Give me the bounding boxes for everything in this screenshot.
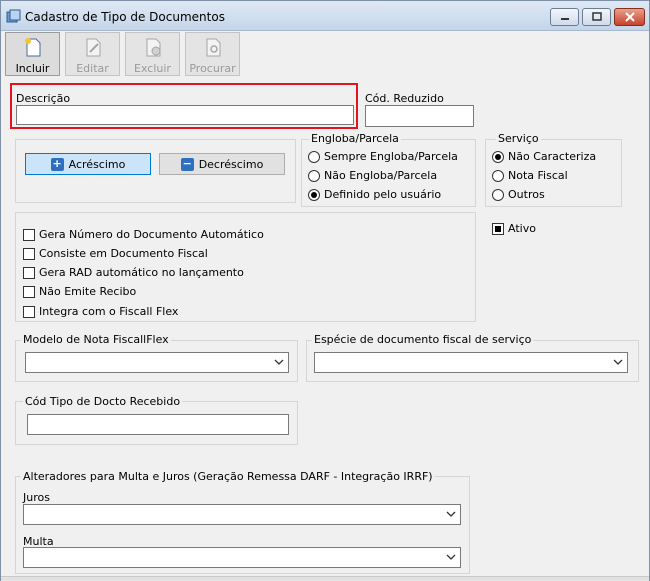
- procurar-label: Procurar: [189, 62, 236, 75]
- delete-document-icon: [146, 38, 160, 57]
- descricao-input[interactable]: [16, 105, 354, 125]
- servico-option-outros[interactable]: Outros: [492, 188, 545, 201]
- incluir-label: Incluir: [15, 62, 50, 75]
- incluir-button[interactable]: Incluir: [5, 32, 60, 76]
- especie-legend: Espécie de documento fiscal de serviço: [312, 333, 534, 346]
- servico-option-nota-fiscal[interactable]: Nota Fiscal: [492, 169, 568, 182]
- decrescimo-label: Decréscimo: [198, 157, 264, 171]
- excluir-label: Excluir: [134, 62, 171, 75]
- plus-icon: +: [50, 156, 64, 171]
- ativo-checkbox[interactable]: Ativo: [492, 222, 536, 235]
- decrescimo-button[interactable]: − Decréscimo: [159, 153, 285, 175]
- check-consiste-fiscal[interactable]: Consiste em Documento Fiscal: [23, 247, 208, 260]
- check-nao-emite-recibo[interactable]: Não Emite Recibo: [23, 285, 136, 298]
- engloba-legend: Engloba/Parcela: [309, 132, 401, 145]
- main-window: Cadastro de Tipo de Documentos Incluir E…: [0, 0, 650, 581]
- descricao-label: Descrição: [16, 92, 71, 105]
- alteradores-legend: Alteradores para Multa e Juros (Geração …: [21, 470, 435, 483]
- cod-tipo-input[interactable]: [27, 414, 289, 435]
- juros-label: Juros: [23, 491, 50, 504]
- status-bar: [1, 576, 649, 581]
- procurar-button[interactable]: Procurar: [185, 32, 240, 76]
- maximize-icon: [591, 12, 602, 21]
- acrescimo-label: Acréscimo: [68, 157, 126, 171]
- minus-icon: −: [180, 156, 194, 171]
- cod-reduzido-input[interactable]: [365, 105, 474, 127]
- chevron-down-icon: [613, 359, 623, 365]
- check-gera-rad[interactable]: Gera RAD automático no lançamento: [23, 266, 244, 279]
- close-button[interactable]: [614, 8, 645, 26]
- excluir-button[interactable]: Excluir: [125, 32, 180, 76]
- window-title: Cadastro de Tipo de Documentos: [25, 10, 225, 24]
- cod-tipo-legend: Cód Tipo de Docto Recebido: [23, 395, 183, 408]
- acrescimo-button[interactable]: + Acréscimo: [25, 153, 151, 175]
- minimize-button[interactable]: [550, 8, 579, 26]
- editar-button[interactable]: Editar: [65, 32, 120, 76]
- engloba-option-nao[interactable]: Não Engloba/Parcela: [308, 169, 437, 182]
- especie-select[interactable]: [314, 352, 628, 373]
- multa-select[interactable]: [23, 547, 461, 568]
- search-document-icon: [206, 38, 220, 57]
- chevron-down-icon: [446, 554, 456, 560]
- title-bar: Cadastro de Tipo de Documentos: [1, 1, 649, 31]
- edit-document-icon: [86, 38, 100, 57]
- chevron-down-icon: [446, 511, 456, 517]
- maximize-button[interactable]: [582, 8, 611, 26]
- juros-select[interactable]: [23, 504, 461, 525]
- servico-option-nao-caracteriza[interactable]: Não Caracteriza: [492, 150, 596, 163]
- cod-reduzido-label: Cód. Reduzido: [365, 92, 444, 105]
- engloba-option-definido[interactable]: Definido pelo usuário: [308, 188, 441, 201]
- minimize-icon: [560, 18, 569, 20]
- modelo-select[interactable]: [25, 352, 289, 373]
- modelo-legend: Modelo de Nota FiscallFlex: [21, 333, 171, 346]
- engloba-option-sempre[interactable]: Sempre Engloba/Parcela: [308, 150, 458, 163]
- editar-label: Editar: [76, 62, 109, 75]
- document-stack-icon: [6, 9, 21, 23]
- check-integra-fiscall[interactable]: Integra com o Fiscall Flex: [23, 305, 178, 318]
- new-document-icon: [24, 38, 40, 57]
- close-icon: [624, 12, 635, 22]
- servico-legend: Serviço: [496, 132, 541, 145]
- check-gera-numero[interactable]: Gera Número do Documento Automático: [23, 228, 264, 241]
- chevron-down-icon: [274, 359, 284, 365]
- toolbar: Incluir Editar Excluir Procurar: [5, 32, 645, 77]
